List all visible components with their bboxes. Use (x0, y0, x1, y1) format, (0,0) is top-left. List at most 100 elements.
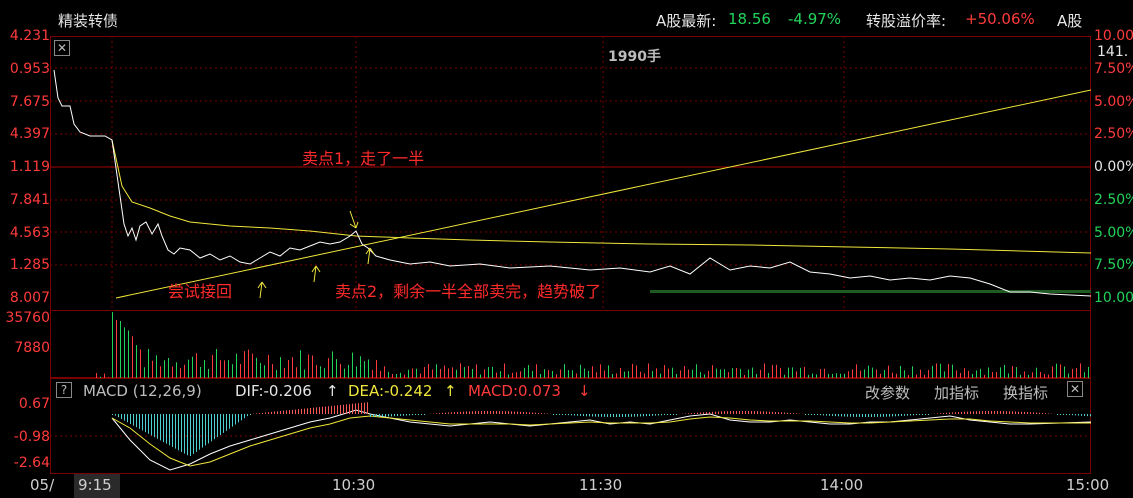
right-top-label: 141. (1097, 44, 1129, 60)
macd-bar (358, 403, 359, 414)
macd-bar (853, 414, 854, 417)
macd-bar (1057, 414, 1058, 415)
macd-bar (439, 413, 440, 414)
volume-bar (320, 366, 321, 378)
macd-bar (562, 414, 563, 415)
volume-bar (716, 368, 717, 378)
date-label: 05/ (30, 476, 55, 494)
macd-bar (478, 411, 479, 414)
volume-bar (1016, 367, 1017, 378)
macd-bar (637, 414, 638, 417)
volume-bar (820, 369, 821, 378)
macd-bar (1015, 411, 1016, 414)
macd-bar (373, 414, 374, 417)
macd-bar (268, 412, 269, 414)
volume-bar (776, 364, 777, 378)
right-tick: 7.50% (1094, 61, 1133, 77)
volume-bar (180, 368, 181, 378)
macd-bar (730, 411, 731, 414)
macd-bar (334, 405, 335, 414)
macd-bar (421, 414, 422, 415)
macd-bar (739, 411, 740, 414)
volume-bar (376, 360, 377, 378)
macd-bar (742, 411, 743, 414)
macd-bar (670, 414, 671, 415)
volume-bar (648, 363, 649, 378)
volume-bar (856, 364, 857, 378)
macd-bar (916, 414, 917, 416)
volume-bar (1080, 363, 1081, 378)
macd-bar (259, 413, 260, 414)
volume-bar (332, 351, 333, 378)
volume-bar (336, 359, 337, 378)
volume-bar (416, 368, 417, 378)
macd-bar (850, 414, 851, 417)
time-label: 10:30 (332, 476, 376, 494)
volume-bar (324, 368, 325, 378)
volume-bar (124, 327, 125, 378)
volume-bar (212, 355, 213, 378)
macd-bar (160, 414, 161, 441)
macd-bar (376, 414, 377, 417)
macd-bar (664, 414, 665, 416)
macd-bar (301, 408, 302, 414)
macd-bar (391, 414, 392, 417)
macd-bar (115, 414, 116, 416)
macd-bar (343, 404, 344, 414)
macd-bar (751, 411, 752, 414)
macd-bar (691, 413, 692, 414)
right-tick: 7.50% (1094, 257, 1133, 273)
macd-bar (814, 414, 815, 415)
volume-bar (380, 370, 381, 378)
macd-bar (148, 414, 149, 434)
macd-bar (166, 414, 167, 444)
volume-bar (256, 357, 257, 378)
volume-bar (248, 349, 249, 378)
volume-bar (360, 356, 361, 378)
macd-bar (151, 414, 152, 436)
macd-bar (826, 414, 827, 416)
volume-bar (864, 369, 865, 378)
volume-bar (120, 321, 121, 378)
volume-bar (936, 363, 937, 378)
macd-bar (1009, 411, 1010, 414)
macd-bar (835, 414, 836, 417)
volume-bar (272, 364, 273, 378)
macd-bar (1003, 411, 1004, 414)
macd-bar (631, 414, 632, 417)
macd-bar (403, 414, 404, 416)
macd-bar (889, 414, 890, 417)
time-label: 14:00 (820, 476, 864, 494)
volume-bar (724, 369, 725, 378)
macd-bar (616, 414, 617, 417)
macd-bar (727, 411, 728, 414)
time-label: 11:30 (579, 476, 623, 494)
macd-bar (409, 414, 410, 416)
macd-bar (202, 414, 203, 448)
macd-bar (364, 402, 365, 414)
volume-bar (544, 369, 545, 378)
volume-bar (268, 354, 269, 378)
volume-bar (652, 370, 653, 378)
a-share-button[interactable]: A股 (1057, 10, 1082, 31)
macd-bar (382, 414, 383, 417)
macd-bar (613, 414, 614, 417)
volume-bar (128, 330, 129, 378)
volume-bar (112, 312, 113, 378)
volume-bar (752, 367, 753, 378)
macd-bar (895, 414, 896, 417)
volume-bar (720, 369, 721, 378)
volume-bar (968, 370, 969, 378)
macd-bar (274, 411, 275, 414)
macd-bar (658, 414, 659, 416)
volume-bar (884, 369, 885, 378)
macd-bar (1006, 411, 1007, 414)
macd-bar (307, 408, 308, 414)
premium-value: +50.06% (965, 10, 1035, 28)
volume-bar (296, 367, 297, 378)
volume-bar (632, 363, 633, 378)
macd-bar (493, 411, 494, 414)
macd-bar (175, 414, 176, 449)
macd-bar (136, 414, 137, 428)
volume-bar (780, 368, 781, 378)
